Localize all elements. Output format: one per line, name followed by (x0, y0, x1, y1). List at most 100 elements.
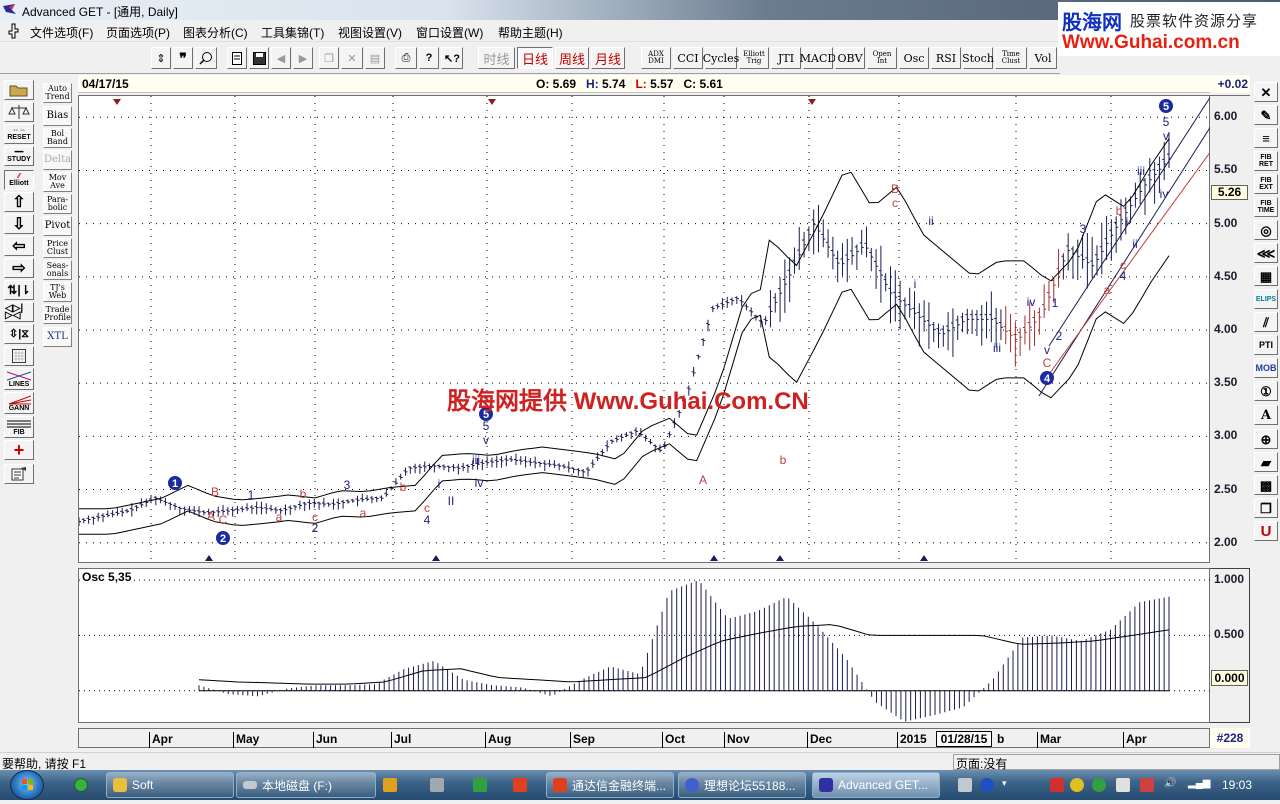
oscillator-pane[interactable] (78, 568, 1211, 723)
properties-button[interactable] (4, 464, 34, 484)
period-monthly[interactable]: 月线 (591, 47, 625, 69)
cursor-icon[interactable] (8, 23, 20, 39)
volume-icon[interactable]: 🔊 (1164, 778, 1178, 792)
study-delta-button[interactable]: Delta (43, 150, 72, 170)
pinned-app2-icon[interactable] (473, 778, 487, 792)
oscillator-axis[interactable]: 1.000 0.500 (1210, 568, 1250, 723)
tool-fib-time-button[interactable]: FIB TIME (1254, 197, 1278, 217)
tool-pencil-button[interactable]: ✎ (1254, 105, 1278, 125)
tool-close-button[interactable]: ✕ (1254, 82, 1278, 102)
indicator-button-obv[interactable]: OBV (835, 47, 865, 69)
menu-tools[interactable]: 工具集锦(T) (261, 24, 324, 41)
time-axis[interactable]: Apr May Jun Jul Aug Sep Oct Nov Dec 2015 b Mar Apr (78, 728, 1210, 748)
network-icon[interactable]: ▂▄▆ (1188, 778, 1210, 792)
forward-button[interactable]: ▶ (293, 47, 313, 69)
tool-fib-circle-button[interactable]: ◎ (1254, 220, 1278, 240)
tool-parallel-button[interactable]: ⫽ (1254, 312, 1278, 332)
tool-pti-button[interactable]: PTI (1254, 335, 1278, 355)
split-button[interactable]: ⇅|⇂ (4, 280, 34, 300)
indicator-button-elliott[interactable]: Elliott Trig (739, 47, 769, 69)
task-soft[interactable]: Soft (106, 772, 234, 798)
price-axis[interactable]: 6.00 5.50 5.00 4.50 4.00 3.50 3.00 2.50 2.00 (1210, 95, 1250, 563)
task-local-disk[interactable]: 本地磁盘 (F:) (236, 772, 376, 798)
price-chart[interactable]: 12545BA C1abc23abc4iII5viiiiv AbBciiiiiiiv… (77, 95, 1212, 564)
task-tongdaxin[interactable]: 通达信金融终端... (546, 772, 674, 798)
scroll-right-button[interactable]: ⇨ (4, 258, 34, 278)
tool-fib-ret-button[interactable]: FIB RET (1254, 151, 1278, 171)
new-button[interactable] (227, 47, 247, 69)
indicator-button-osc[interactable]: Osc (899, 47, 929, 69)
cursor-tool-button[interactable]: ⇕ (151, 47, 171, 69)
tool-elips-button[interactable]: ELIPS (1254, 289, 1278, 309)
expand-button[interactable]: ◁▷|▷◁ (4, 302, 34, 322)
keyboard-icon[interactable] (958, 778, 972, 792)
crosshair-button[interactable]: + (4, 440, 34, 460)
ie-pinned-icon[interactable] (74, 778, 88, 792)
menu-view[interactable]: 视图设置(V) (338, 24, 402, 41)
study-bias-button[interactable]: Bias (43, 106, 72, 126)
study-xtl-button[interactable]: XTL (43, 327, 72, 347)
period-hourly[interactable]: 时线 (478, 47, 515, 69)
study-seas-button[interactable]: Seas-onals (43, 260, 72, 280)
usb-icon[interactable] (1116, 778, 1130, 792)
menu-window[interactable]: 窗口设置(W) (416, 24, 483, 41)
help-tray-icon[interactable] (980, 778, 994, 792)
indicator-button-cci[interactable]: CCI (673, 47, 703, 69)
reset-button[interactable]: ⇔⇔ RESET (4, 124, 34, 144)
back-button[interactable]: ◀ (271, 47, 291, 69)
vzoom-button[interactable]: ⇳|⧖ (4, 324, 34, 344)
menu-help[interactable]: 帮助主题(H) (498, 24, 563, 41)
copy-button[interactable]: ❐ (319, 47, 339, 69)
menu-file[interactable]: 文件选项(F) (30, 24, 93, 41)
indicator-button-vol[interactable]: Vol (1029, 47, 1057, 69)
indicator-button-rsi[interactable]: RSI (931, 47, 961, 69)
price-pane[interactable]: 1 2 5 4 5 B A C 1 a b c 2 3 a b c 4 i II 5 v iii iv Ab Bc ii i iii iv… (77, 95, 1212, 564)
media-player-icon[interactable] (383, 778, 397, 792)
lines-button[interactable]: LINES (4, 368, 34, 390)
indicator-button-open[interactable]: Open Int (867, 47, 897, 69)
tool-profit-target-button[interactable]: ① (1254, 381, 1278, 401)
study-price-button[interactable]: Price Clust (43, 238, 72, 258)
balance-button[interactable] (4, 102, 34, 122)
study-trade-button[interactable]: Trade Profile (43, 304, 72, 324)
search-button[interactable] (195, 47, 217, 69)
print-button[interactable]: ⎙ (395, 47, 417, 69)
tray-app-icon[interactable] (1050, 778, 1064, 792)
pinned-app3-icon[interactable] (513, 778, 527, 792)
study-tjs-button[interactable]: TJ's Web (43, 282, 72, 302)
save-button[interactable] (249, 47, 269, 69)
period-weekly[interactable]: 周线 (555, 47, 589, 69)
pinned-app-icon[interactable] (430, 778, 444, 792)
study-button[interactable]: ━━ STUDY (4, 146, 34, 166)
indicator-button-time[interactable]: Time Clust (995, 47, 1027, 69)
scroll-down-button[interactable]: ⇩ (4, 214, 34, 234)
tool-grid-button[interactable]: ▦ (1254, 266, 1278, 286)
paste-button[interactable]: ▤ (365, 47, 385, 69)
open-button[interactable] (4, 80, 34, 100)
period-daily[interactable]: 日线 (517, 47, 553, 69)
start-button[interactable] (10, 770, 44, 800)
menu-chart-analysis[interactable]: 图表分析(C) (183, 24, 248, 41)
study-auto-button[interactable]: Auto Trend (43, 83, 72, 103)
scroll-up-button[interactable]: ⇧ (4, 192, 34, 212)
menu-page[interactable]: 页面选项(P) (106, 24, 170, 41)
tool-fib-ext-button[interactable]: FIB EXT (1254, 174, 1278, 194)
security-shield-icon[interactable] (1092, 778, 1106, 792)
indicator-button-jti[interactable]: JTI (771, 47, 801, 69)
tool-mob-button[interactable]: MOB (1254, 358, 1278, 378)
tray-plus-icon[interactable] (1070, 778, 1084, 792)
quote-button[interactable]: ❞ (173, 47, 193, 69)
help-button[interactable]: ? (419, 47, 439, 69)
task-forum[interactable]: 理想论坛55188... (678, 772, 806, 798)
elliott-button[interactable]: ⁄⁄ Elliott (4, 170, 34, 190)
tool-channel-button[interactable]: ≡ (1254, 128, 1278, 148)
scroll-left-button[interactable]: ⇦ (4, 236, 34, 256)
tool-eraser-button[interactable]: ▰ (1254, 452, 1278, 472)
delete-button[interactable]: ✕ (341, 47, 363, 69)
tool-magnet-button[interactable]: U (1254, 521, 1278, 541)
tool-pattern-button[interactable]: ▩ (1254, 475, 1278, 495)
indicator-button-cycles[interactable]: Cycles (703, 47, 739, 69)
study-para-button[interactable]: Para-bolic (43, 194, 72, 214)
tool-fan-button[interactable]: ⋘ (1254, 243, 1278, 263)
speaker-icon[interactable] (1140, 778, 1154, 792)
